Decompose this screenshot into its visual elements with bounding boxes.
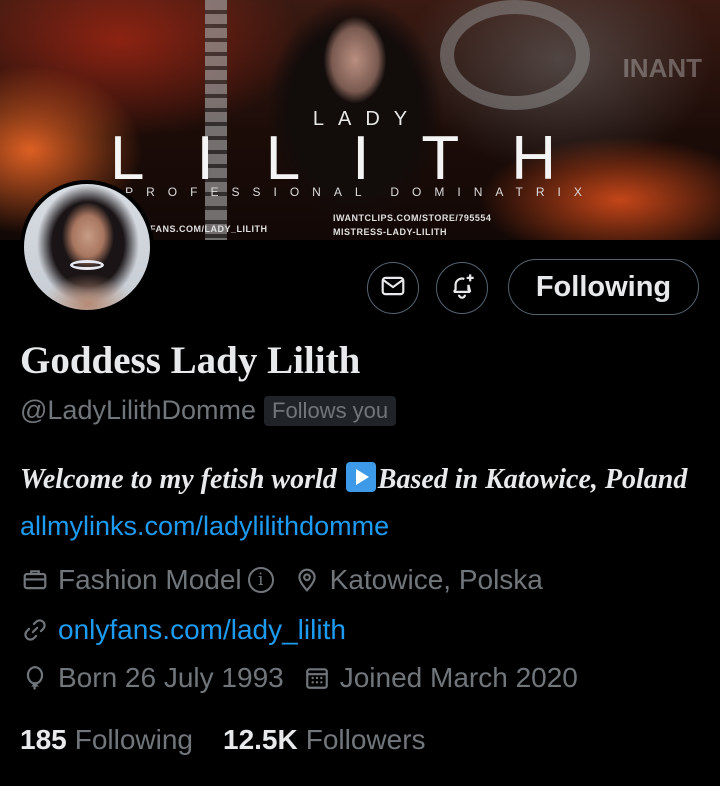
follow-stats: 185 Following 12.5K Followers xyxy=(20,724,426,756)
link-icon xyxy=(20,615,50,645)
profile-location: Katowice, Polska xyxy=(329,564,543,595)
meta-row-category-location: Fashion Model i Katowice, Polska xyxy=(20,564,543,596)
following-count: 185 xyxy=(20,724,67,755)
banner-lilith-text: LILITH xyxy=(110,124,609,193)
handcuff-graphic xyxy=(440,0,590,110)
balloon-icon xyxy=(20,663,50,693)
bell-plus-icon xyxy=(448,272,476,305)
profile-category: Fashion Model xyxy=(58,564,242,595)
banner-link-right-line1: IWANTCLIPS.COM/STORE/795554 xyxy=(333,213,492,223)
following-button[interactable]: Following xyxy=(508,259,699,315)
handle-row: @LadyLilithDomme Follows you xyxy=(20,395,397,426)
following-link[interactable]: 185 Following xyxy=(20,724,193,756)
followers-label: Followers xyxy=(305,724,426,755)
play-button-emoji-icon xyxy=(345,462,376,492)
notify-button[interactable] xyxy=(436,262,488,314)
calendar-icon xyxy=(302,663,332,693)
profile-website-link[interactable]: onlyfans.com/lady_lilith xyxy=(58,614,346,646)
envelope-icon xyxy=(380,273,406,304)
avatar[interactable] xyxy=(20,180,154,314)
avatar-necklace xyxy=(70,260,104,270)
bio-link[interactable]: allmylinks.com/ladylilithdomme xyxy=(20,511,389,541)
profile-birthday: Born 26 July 1993 xyxy=(58,662,284,693)
meta-row-website: onlyfans.com/lady_lilith xyxy=(20,614,346,646)
location-pin-icon xyxy=(292,565,322,595)
banner-watermark: INANT xyxy=(622,53,702,83)
meta-row-dates: Born 26 July 1993 Joined March 2020 xyxy=(20,662,578,694)
briefcase-icon xyxy=(20,565,50,595)
banner-link-right-line2: MISTRESS-LADY-LILITH xyxy=(333,227,447,237)
banner-link-right: IWANTCLIPS.COM/STORE/795554 MISTRESS-LAD… xyxy=(333,211,491,239)
bio-text-2: Based in Katowice, Poland xyxy=(377,464,688,495)
info-icon[interactable]: i xyxy=(247,567,274,593)
user-handle: @LadyLilithDomme xyxy=(20,395,256,425)
display-name: Goddess Lady Lilith xyxy=(20,339,361,382)
profile-bio: Welcome to my fetish world Based in Kato… xyxy=(20,457,710,550)
profile-joined: Joined March 2020 xyxy=(339,662,578,693)
banner-link-left: FANS.COM/LADY_LILITH xyxy=(150,224,268,234)
follows-you-badge: Follows you xyxy=(264,395,397,426)
following-label: Following xyxy=(74,724,193,755)
bio-text-1: Welcome to my fetish world xyxy=(20,464,344,495)
message-button[interactable] xyxy=(367,262,419,314)
followers-link[interactable]: 12.5K Followers xyxy=(223,724,426,756)
followers-count: 12.5K xyxy=(223,724,298,755)
